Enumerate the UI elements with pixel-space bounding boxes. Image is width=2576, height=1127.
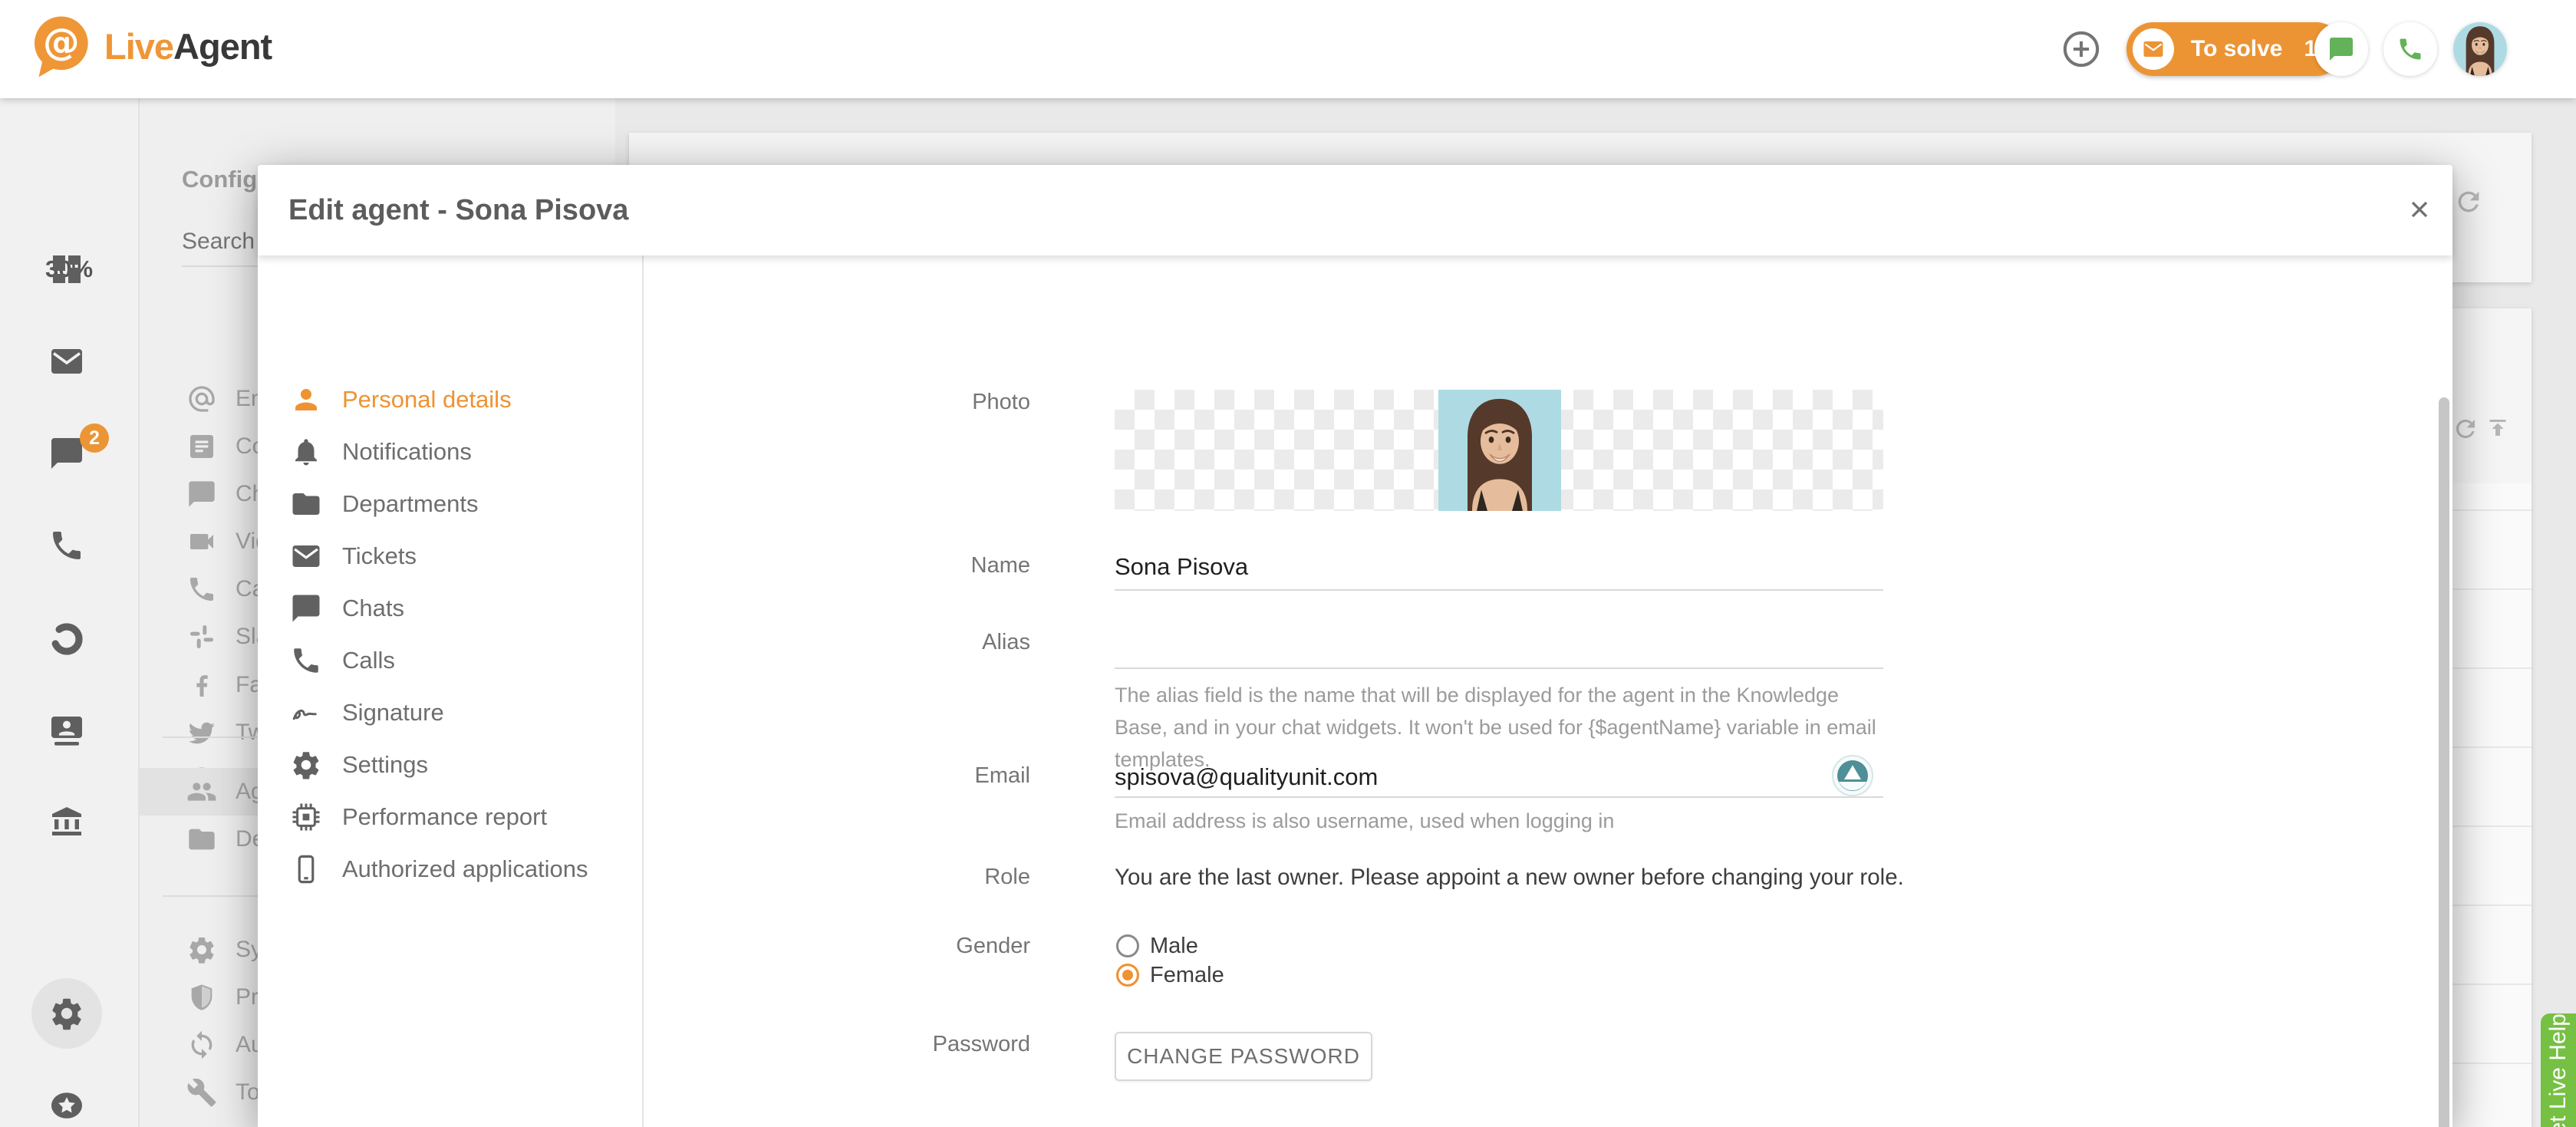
liveagent-logo: @ LiveAgent [26,12,272,80]
logo-text-agent: Agent [173,26,272,67]
tab-notifications[interactable]: Notifications [258,429,641,475]
logo-text-live: Live [104,26,173,67]
alias-label: Alias [708,630,1030,655]
gear-icon[interactable] [48,995,85,1032]
modal-title: Edit agent - Sona Pisova [288,194,628,227]
bell-icon [290,436,322,468]
tab-performance-report[interactable]: Performance report [258,794,641,840]
refresh-icon[interactable] [2452,415,2479,443]
modal-header: Edit agent - Sona Pisova [258,165,2452,255]
password-label: Password [708,1032,1030,1057]
chats-button[interactable] [2314,22,2368,76]
plus-circle-icon [2060,28,2102,70]
signature-icon [290,697,322,729]
name-label: Name [708,553,1030,578]
article-icon [186,431,217,462]
to-solve-button[interactable]: To solve 1 [2126,22,2343,76]
alias-helper-text: The alias field is the name that will be… [1115,679,1889,776]
call-icon [186,574,217,605]
system-icon [186,934,217,965]
refresh-icon[interactable] [2453,186,2484,217]
facebook-icon [186,670,217,700]
automation-icon [186,1030,217,1060]
gender-label: Gender [708,934,1030,959]
app-screen: Configur Em Co Ch Vid Ca Sla Fa [0,0,2576,1127]
phone-icon[interactable] [48,527,85,564]
edit-agent-modal: Edit agent - Sona Pisova Personal detail… [258,165,2452,1127]
tab-signature[interactable]: Signature [258,690,641,736]
email-input[interactable]: spisova@qualityunit.com [1115,763,1378,791]
twitter-icon [186,717,217,748]
slack-icon [186,621,217,652]
envelope-icon [290,540,322,572]
envelope-icon [2133,28,2174,70]
gender-female-radio[interactable] [1116,964,1139,987]
folder-icon [290,488,322,520]
tab-personal-details[interactable]: Personal details [258,377,641,423]
chat-icon [2327,35,2355,63]
svg-text:@: @ [43,21,80,64]
name-underline [1115,589,1883,591]
tab-authorized-applications[interactable]: Authorized applications [258,846,641,892]
at-icon [186,384,217,414]
change-password-button[interactable]: CHANGE PASSWORD [1115,1032,1372,1081]
add-new-button[interactable] [2060,28,2103,71]
modal-scrollbar[interactable] [2439,397,2449,1127]
tab-settings[interactable]: Settings [258,742,641,788]
calls-button[interactable] [2383,22,2437,76]
chat-icon [290,592,322,624]
contact-card-icon[interactable] [48,711,85,748]
chat-icon [186,479,217,509]
dashboard-icon[interactable] [48,251,85,288]
tab-departments[interactable]: Departments [258,481,641,527]
mail-icon[interactable] [48,343,85,380]
tab-chats[interactable]: Chats [258,585,641,631]
email-helper-text: Email address is also username, used whe… [1115,805,1889,837]
modal-body: Personal details Notifications Departmen… [258,255,2452,1127]
tools-icon [186,1077,217,1108]
donut-chart-icon[interactable] [48,621,85,657]
app-header: @ LiveAgent To solve 1 [0,0,2576,98]
email-underline [1115,796,1883,798]
name-input[interactable]: Sona Pisova [1115,553,1248,581]
get-live-help-label: Get Live Help [2545,1013,2571,1127]
departments-icon [186,824,217,855]
role-text: You are the last owner. Please appoint a… [1115,865,1904,891]
academy-icon[interactable] [48,803,85,840]
shield-icon [186,982,217,1013]
agent-photo [1438,390,1561,511]
phone-icon [2396,35,2424,63]
photo-label: Photo [708,390,1030,415]
liveagent-logo-icon: @ [26,12,94,80]
get-live-help-tab[interactable]: Get Live Help [2541,1013,2576,1127]
upload-icon[interactable] [2484,415,2512,443]
gender-female-label[interactable]: Female [1150,963,1224,988]
close-icon[interactable] [2400,189,2439,229]
icon-sidebar: 30% 2 [0,98,140,1127]
alias-underline [1115,667,1883,669]
gender-male-radio[interactable] [1116,934,1139,957]
tab-calls[interactable]: Calls [258,638,641,684]
video-icon [186,526,217,557]
email-label: Email [708,763,1030,789]
user-avatar[interactable] [2453,22,2507,76]
chip-icon [290,801,322,833]
photo-dropzone[interactable] [1115,390,1883,511]
to-solve-label: To solve [2191,36,2282,62]
role-label: Role [708,865,1030,890]
ticket-count-badge: 2 [80,423,109,453]
divider [642,255,644,1127]
star-circle-icon[interactable] [48,1087,85,1124]
smartphone-icon [290,853,322,885]
person-icon [290,384,322,416]
phone-icon [290,644,322,677]
gender-male-label[interactable]: Male [1150,934,1198,959]
gear-icon [290,749,322,781]
agents-icon [186,776,217,807]
nordpass-icon[interactable] [1831,754,1874,801]
tab-tickets[interactable]: Tickets [258,533,641,579]
